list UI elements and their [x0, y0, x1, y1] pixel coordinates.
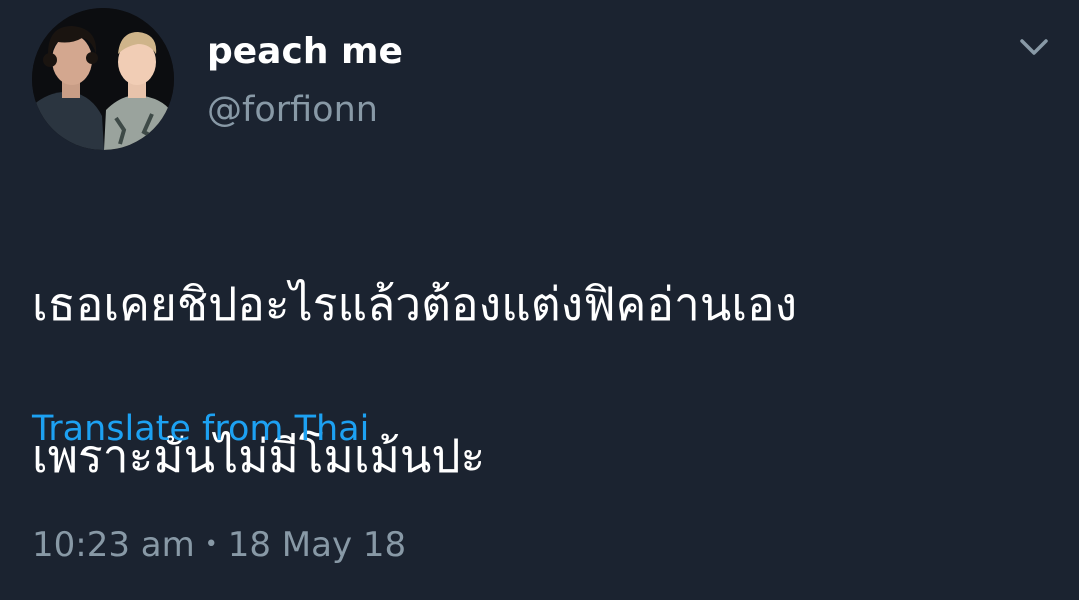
avatar[interactable] [32, 8, 174, 150]
timestamp-separator: • [204, 532, 218, 557]
tweet-text-line-1: เธอเคยชิปอะไรแล้วต้องแต่งฟิคอ่านเอง [32, 277, 798, 331]
tweet-date: 18 May 18 [227, 525, 407, 565]
display-name[interactable]: peach me [207, 30, 403, 74]
translate-link[interactable]: Translate from Thai [32, 404, 369, 454]
tweet-text: เธอเคยชิปอะไรแล้วต้องแต่งฟิคอ่านเอง เพรา… [32, 190, 1042, 570]
chevron-down-icon[interactable] [1016, 32, 1052, 62]
tweet-detail: peach me @forfionn เธอเคยชิปอะไรแล้วต้อง… [0, 0, 1079, 600]
avatar-photo [32, 8, 174, 150]
user-handle[interactable]: @forfionn [207, 88, 378, 132]
tweet-time: 10:23 am [32, 525, 195, 565]
tweet-timestamp[interactable]: 10:23 am • 18 May 18 [32, 520, 406, 570]
